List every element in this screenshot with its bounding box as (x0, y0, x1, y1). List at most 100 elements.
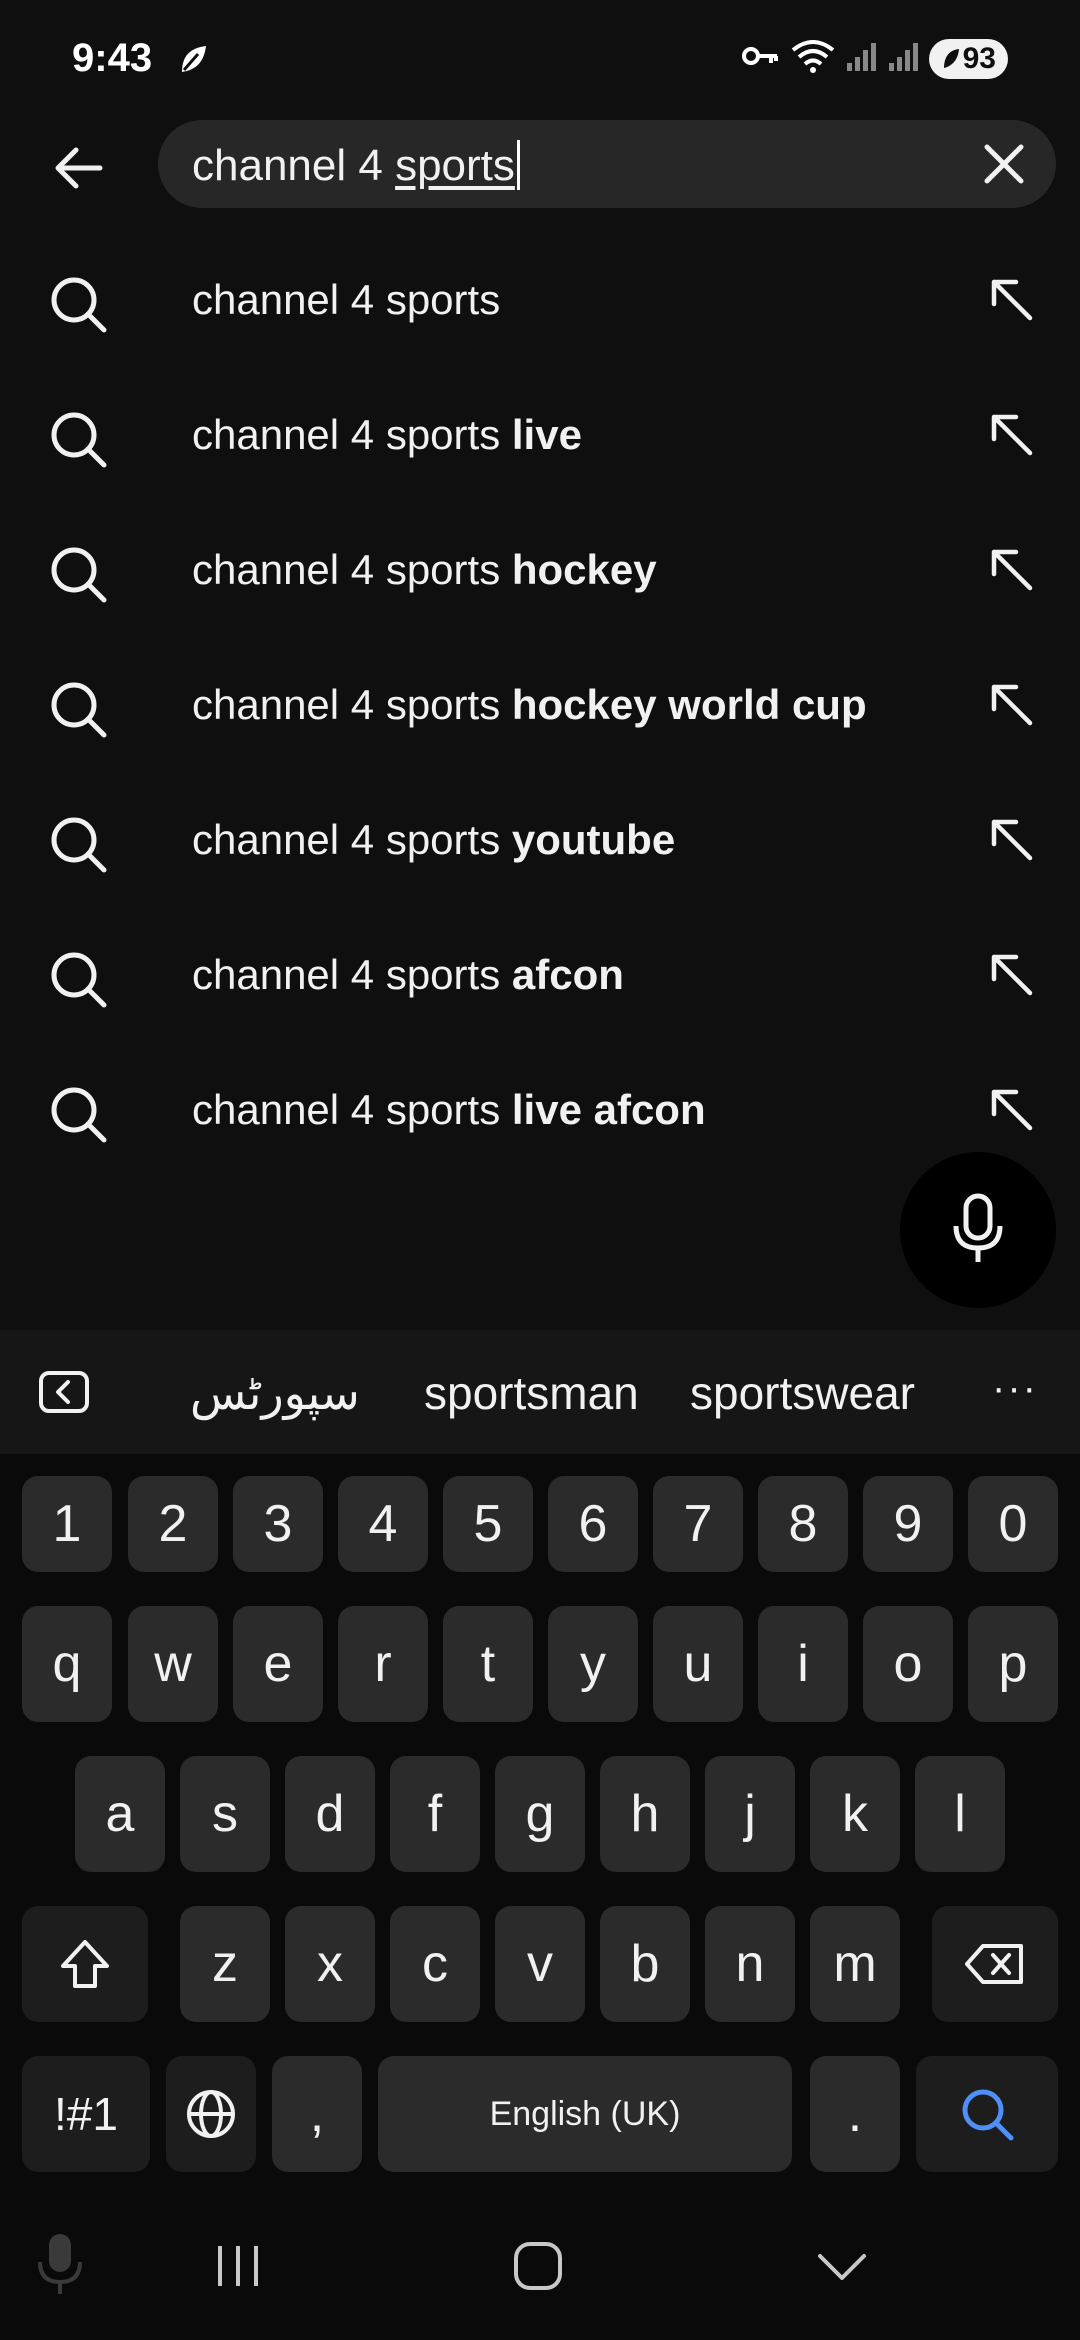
key-0[interactable]: 0 (968, 1476, 1058, 1572)
key-w[interactable]: w (128, 1606, 218, 1722)
key-2[interactable]: 2 (128, 1476, 218, 1572)
key-4[interactable]: 4 (338, 1476, 428, 1572)
key-n[interactable]: n (705, 1906, 795, 2022)
key-comma[interactable]: , (272, 2056, 362, 2172)
status-right-group: 93 (741, 38, 1008, 79)
battery-indicator: 93 (928, 38, 1008, 79)
search-input[interactable]: channel 4 sports (158, 120, 1056, 208)
suggestion-base: channel 4 sports (192, 1086, 512, 1133)
key-y[interactable]: y (548, 1606, 638, 1722)
key-x[interactable]: x (285, 1906, 375, 2022)
backspace-icon (965, 1944, 1023, 1984)
clear-search-button[interactable] (974, 134, 1034, 194)
collapse-toolbar-button[interactable] (38, 1370, 90, 1419)
key-o[interactable]: o (863, 1606, 953, 1722)
suggestion-list: channel 4 sports channel 4 sports live c… (0, 234, 1080, 1179)
key-1[interactable]: 1 (22, 1476, 112, 1572)
search-icon (51, 1087, 107, 1143)
key-c[interactable]: c (390, 1906, 480, 2022)
keyboard-voice-input-button[interactable] (34, 2232, 86, 2303)
prediction-1[interactable]: سپورٹس (190, 1366, 360, 1420)
arrow-up-left-icon[interactable] (986, 274, 1038, 326)
more-options-button[interactable]: ··· (992, 1366, 1038, 1411)
key-b[interactable]: b (600, 1906, 690, 2022)
voice-search-button[interactable] (900, 1152, 1056, 1308)
key-j[interactable]: j (705, 1756, 795, 1872)
arrow-up-left-icon[interactable] (986, 1084, 1038, 1136)
shift-key[interactable] (22, 1906, 148, 2022)
system-navigation-bar (0, 2190, 1080, 2340)
key-6[interactable]: 6 (548, 1476, 638, 1572)
key-a[interactable]: a (75, 1756, 165, 1872)
key-z[interactable]: z (180, 1906, 270, 2022)
suggestion-label: channel 4 sports hockey world cup (192, 681, 867, 729)
search-icon (51, 277, 107, 333)
suggestion-completion: youtube (511, 816, 676, 863)
key-k[interactable]: k (810, 1756, 900, 1872)
key-9[interactable]: 9 (863, 1476, 953, 1572)
key-p[interactable]: p (968, 1606, 1058, 1722)
on-screen-keyboard: 1 2 3 4 5 6 7 8 9 0 q w e r t y u i o p … (0, 1454, 1080, 2190)
keyboard-prediction-bar: سپورٹس sportsman sportswear ··· (0, 1330, 1080, 1454)
arrow-up-left-icon[interactable] (986, 409, 1038, 461)
suggestion-item[interactable]: channel 4 sports youtube (0, 774, 1080, 909)
search-query[interactable]: channel 4 sports (192, 140, 520, 191)
key-u[interactable]: u (653, 1606, 743, 1722)
keyboard-search-key[interactable] (916, 2056, 1058, 2172)
key-q[interactable]: q (22, 1606, 112, 1722)
key-e[interactable]: e (233, 1606, 323, 1722)
key-m[interactable]: m (810, 1906, 900, 2022)
prediction-3[interactable]: sportswear (690, 1366, 915, 1420)
arrow-up-left-icon[interactable] (986, 814, 1038, 866)
search-icon (51, 412, 107, 468)
suggestion-item[interactable]: channel 4 sports live (0, 369, 1080, 504)
prediction-2[interactable]: sportsman (424, 1366, 639, 1420)
notification-leaf-icon (176, 42, 210, 81)
key-v[interactable]: v (495, 1906, 585, 2022)
key-3[interactable]: 3 (233, 1476, 323, 1572)
signal-sim2-icon (887, 39, 921, 78)
key-h[interactable]: h (600, 1756, 690, 1872)
arrow-up-left-icon[interactable] (986, 949, 1038, 1001)
arrow-up-left-icon[interactable] (986, 679, 1038, 731)
space-key[interactable]: English (UK) (378, 2056, 792, 2172)
shift-arrow-icon (61, 1940, 109, 1988)
arrow-up-left-icon[interactable] (986, 544, 1038, 596)
key-period[interactable]: . (810, 2056, 900, 2172)
home-button[interactable] (510, 2238, 566, 2299)
symbols-key[interactable]: !#1 (22, 2056, 150, 2172)
suggestion-base: channel 4 sports (192, 276, 501, 323)
suggestion-item[interactable]: channel 4 sports (0, 234, 1080, 369)
key-f[interactable]: f (390, 1756, 480, 1872)
arrow-left-icon (55, 147, 103, 189)
suggestion-completion: hockey world cup (511, 681, 867, 728)
search-query-composing: sports (395, 141, 515, 190)
backspace-key[interactable] (932, 1906, 1058, 2022)
search-query-text: channel 4 (192, 141, 396, 190)
suggestion-label: channel 4 sports afcon (192, 951, 624, 999)
battery-leaf-icon (943, 48, 959, 68)
suggestion-item[interactable]: channel 4 sports hockey world cup (0, 639, 1080, 774)
status-bar: 9:43 93 (0, 0, 1080, 120)
wifi-icon (789, 38, 837, 79)
key-8[interactable]: 8 (758, 1476, 848, 1572)
search-icon (51, 817, 107, 873)
microphone-icon (953, 1193, 1003, 1262)
suggestion-item[interactable]: channel 4 sports hockey (0, 504, 1080, 639)
key-g[interactable]: g (495, 1756, 585, 1872)
suggestion-completion: hockey (511, 546, 657, 593)
key-r[interactable]: r (338, 1606, 428, 1722)
key-t[interactable]: t (443, 1606, 533, 1722)
key-d[interactable]: d (285, 1756, 375, 1872)
suggestion-item[interactable]: channel 4 sports live afcon (0, 1044, 1080, 1179)
key-5[interactable]: 5 (443, 1476, 533, 1572)
recent-apps-button[interactable] (210, 2242, 266, 2295)
key-s[interactable]: s (180, 1756, 270, 1872)
language-key[interactable] (166, 2056, 256, 2172)
suggestion-item[interactable]: channel 4 sports afcon (0, 909, 1080, 1044)
key-7[interactable]: 7 (653, 1476, 743, 1572)
back-button[interactable] (38, 128, 118, 208)
hide-keyboard-button[interactable] (814, 2250, 870, 2291)
key-l[interactable]: l (915, 1756, 1005, 1872)
key-i[interactable]: i (758, 1606, 848, 1722)
